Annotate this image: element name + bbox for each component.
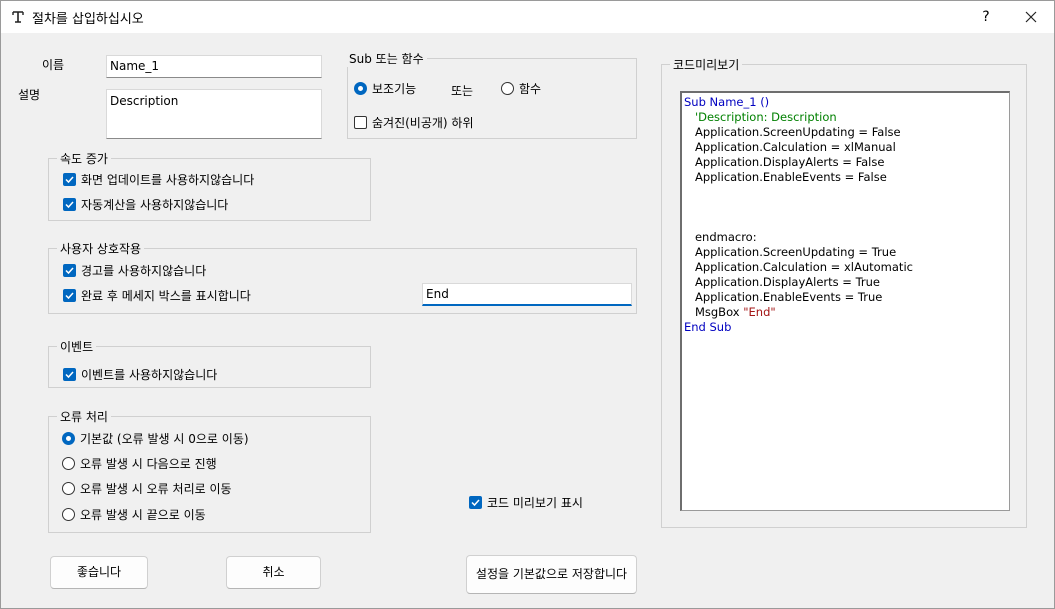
code-line: MsgBox "End" (684, 305, 1007, 320)
close-button[interactable] (1008, 1, 1054, 33)
code-string: "End" (743, 305, 776, 319)
error-goto-end-label: 오류 발생 시 끝으로 이동 (80, 508, 206, 522)
show-preview-label: 코드 미리보기 표시 (487, 496, 583, 510)
radio-empty-icon (501, 82, 514, 95)
title-bar: 절차를 삽입하십시오 ? (1, 1, 1054, 33)
app-icon (12, 11, 24, 23)
code-line: Application.Calculation = xlManual (684, 140, 896, 154)
disable-screen-update-checkbox[interactable]: 화면 업데이트를 사용하지않습니다 (63, 171, 254, 188)
radio-empty-icon (62, 508, 75, 521)
save-default-button[interactable]: 설정을 기본값으로 저장합니다 (466, 555, 637, 594)
show-preview-checkbox[interactable]: 코드 미리보기 표시 (469, 494, 583, 511)
code-preview-legend: 코드미리보기 (670, 56, 743, 73)
ok-button[interactable]: 좋습니다 (50, 556, 148, 589)
checkbox-checked-icon (63, 198, 76, 211)
function-radio[interactable]: 함수 (501, 80, 541, 97)
code-line: Application.DisplayAlerts = True (684, 275, 881, 289)
checkbox-checked-icon (469, 496, 482, 509)
error-default-radio[interactable]: 기본값 (오류 발생 시 0으로 이동) (62, 430, 249, 447)
code-line: Application.ScreenUpdating = True (684, 245, 897, 259)
error-handling-legend: 오류 처리 (57, 408, 111, 425)
error-default-label: 기본값 (오류 발생 시 0으로 이동) (80, 432, 249, 446)
code-line: 'Description: Description (684, 110, 837, 124)
window-title: 절차를 삽입하십시오 (32, 12, 144, 27)
code-line: Application.EnableEvents = True (684, 290, 883, 304)
sub-or-function-legend: Sub 또는 함수 (346, 50, 427, 67)
close-icon (1025, 11, 1037, 23)
radio-selected-icon (62, 432, 75, 445)
code-line: Application.EnableEvents = False (684, 170, 887, 184)
error-resume-next-label: 오류 발생 시 다음으로 진행 (80, 457, 217, 471)
disable-autocalc-checkbox[interactable]: 자동계산을 사용하지않습니다 (63, 196, 228, 213)
disable-events-label: 이벤트를 사용하지않습니다 (81, 368, 218, 382)
radio-empty-icon (62, 482, 75, 495)
code-line: Application.DisplayAlerts = False (684, 155, 885, 169)
or-label: 또는 (451, 84, 474, 98)
sub-radio-label: 보조기능 (372, 82, 417, 96)
radio-empty-icon (62, 457, 75, 470)
checkbox-checked-icon (63, 368, 76, 381)
name-input[interactable]: Name_1 (106, 55, 322, 78)
description-input[interactable]: Description (106, 89, 322, 139)
hidden-sub-checkbox[interactable]: 숨겨진(비공개) 하위 (354, 114, 474, 131)
code-line: Application.ScreenUpdating = False (684, 125, 901, 139)
show-done-message-checkbox[interactable]: 완료 후 메세지 박스를 표시합니다 (63, 287, 251, 304)
code-line: endmacro: (684, 230, 757, 244)
code-text: MsgBox (684, 305, 744, 319)
disable-warnings-checkbox[interactable]: 경고를 사용하지않습니다 (63, 262, 206, 279)
sub-radio[interactable]: 보조기능 (354, 80, 416, 97)
code-line: Sub Name_1 () (684, 95, 770, 109)
disable-screen-update-label: 화면 업데이트를 사용하지않습니다 (81, 173, 255, 187)
disable-warnings-label: 경고를 사용하지않습니다 (81, 264, 207, 278)
code-preview-box[interactable]: Sub Name_1 () 'Description: Description … (680, 91, 1010, 511)
done-message-input[interactable]: End (422, 283, 632, 306)
checkbox-checked-icon (63, 264, 76, 277)
code-line: Application.Calculation = xlAutomatic (684, 260, 913, 274)
help-button[interactable]: ? (963, 1, 1009, 33)
speed-legend: 속도 증가 (57, 150, 111, 167)
error-goto-handler-radio[interactable]: 오류 발생 시 오류 처리로 이동 (62, 480, 232, 497)
error-goto-handler-label: 오류 발생 시 오류 처리로 이동 (80, 482, 232, 496)
function-radio-label: 함수 (519, 82, 542, 96)
description-label: 설명 (18, 88, 41, 102)
checkbox-empty-icon (354, 116, 367, 129)
error-resume-next-radio[interactable]: 오류 발생 시 다음으로 진행 (62, 455, 217, 472)
events-legend: 이벤트 (57, 338, 97, 355)
disable-events-checkbox[interactable]: 이벤트를 사용하지않습니다 (63, 366, 217, 383)
disable-autocalc-label: 자동계산을 사용하지않습니다 (81, 198, 229, 212)
code-line: End Sub (684, 320, 732, 334)
hidden-sub-label: 숨겨진(비공개) 하위 (372, 116, 474, 130)
radio-selected-icon (354, 82, 367, 95)
error-goto-end-radio[interactable]: 오류 발생 시 끝으로 이동 (62, 506, 206, 523)
dialog-window: 절차를 삽입하십시오 ? 이름 Name_1 설명 Description Su… (0, 0, 1055, 609)
name-label: 이름 (42, 58, 65, 72)
show-done-message-label: 완료 후 메세지 박스를 표시합니다 (81, 289, 251, 303)
cancel-button[interactable]: 취소 (226, 556, 321, 589)
checkbox-checked-icon (63, 289, 76, 302)
user-interaction-legend: 사용자 상호작용 (57, 240, 145, 257)
checkbox-checked-icon (63, 173, 76, 186)
